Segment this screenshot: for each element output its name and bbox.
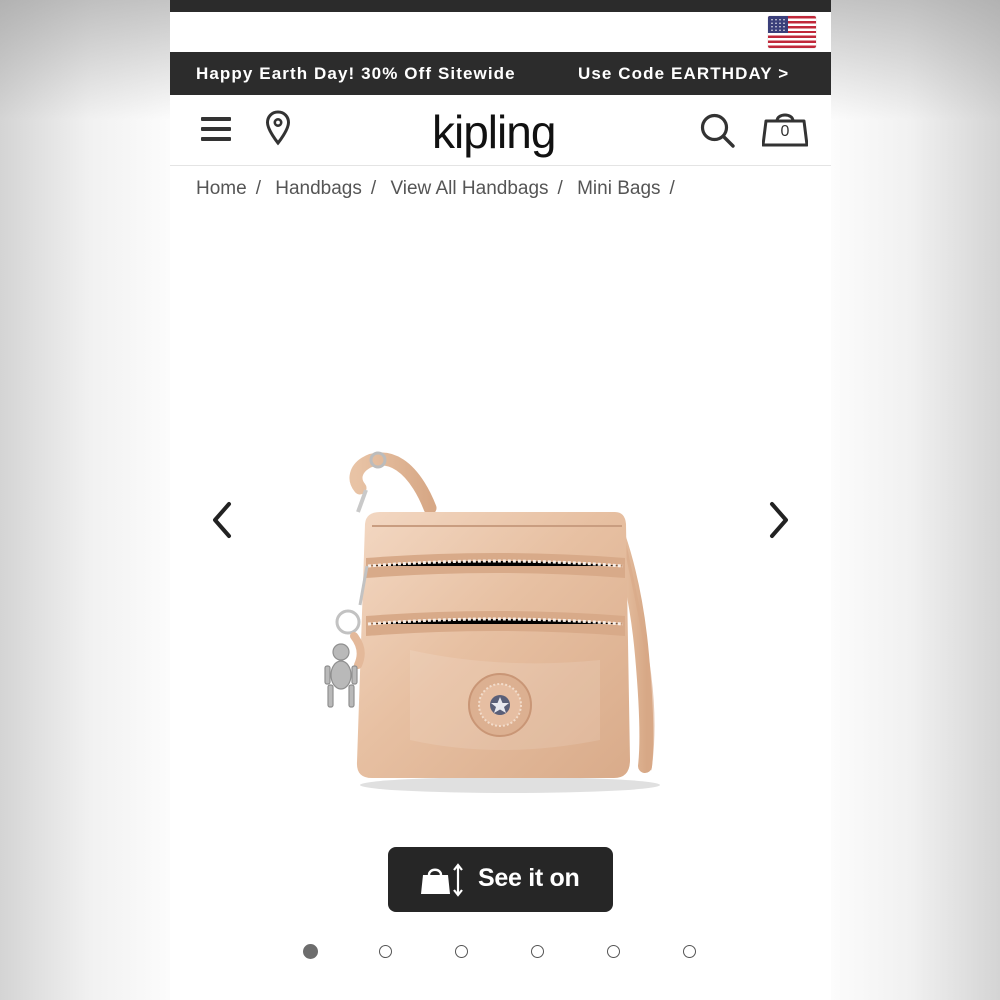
breadcrumb-separator: / xyxy=(669,178,675,199)
carousel-dot-3[interactable] xyxy=(455,945,468,958)
breadcrumb: Home / Handbags / View All Handbags / Mini … xyxy=(196,178,684,200)
breadcrumb-separator: / xyxy=(557,178,563,199)
locale-bar xyxy=(170,12,831,52)
carousel-dot-2[interactable] xyxy=(379,945,392,958)
site-header: kipling 0 xyxy=(170,95,831,166)
carousel-dot-5[interactable] xyxy=(607,945,620,958)
breadcrumb-separator: / xyxy=(370,178,377,199)
phone-screen: Happy Earth Day! 30% Off Sitewide Use Co… xyxy=(170,0,831,1000)
location-pin-icon[interactable] xyxy=(265,110,291,151)
breadcrumb-view-all-handbags[interactable]: View All Handbags xyxy=(390,178,548,199)
breadcrumb-mini-bags[interactable]: Mini Bags xyxy=(577,178,660,199)
carousel-dots xyxy=(170,944,831,965)
breadcrumb-home[interactable]: Home xyxy=(196,178,247,199)
bag-resize-icon xyxy=(421,863,466,902)
breadcrumb-separator: / xyxy=(255,178,261,199)
breadcrumb-handbags[interactable]: Handbags xyxy=(275,178,362,199)
kipling-logo[interactable]: kipling xyxy=(432,105,556,159)
search-icon[interactable] xyxy=(699,112,737,155)
flag-canton xyxy=(768,16,788,33)
menu-icon[interactable] xyxy=(201,117,231,141)
shopping-bag-icon[interactable]: 0 xyxy=(762,109,808,147)
product-title-cutoff xyxy=(232,990,352,1000)
us-flag-icon[interactable] xyxy=(768,16,816,48)
previous-image-arrow-icon[interactable] xyxy=(207,500,237,540)
carousel-dot-1[interactable] xyxy=(303,944,318,959)
promo-message[interactable]: Happy Earth Day! 30% Off Sitewide xyxy=(196,64,516,84)
product-image[interactable] xyxy=(320,440,690,800)
status-bar xyxy=(170,0,831,12)
see-it-on-button[interactable]: See it on xyxy=(388,847,613,912)
next-image-arrow-icon[interactable] xyxy=(764,500,794,540)
carousel-dot-4[interactable] xyxy=(531,945,544,958)
see-it-on-label: See it on xyxy=(478,864,580,892)
promo-banner[interactable]: Happy Earth Day! 30% Off Sitewide Use Co… xyxy=(170,52,831,95)
cart-count: 0 xyxy=(780,123,790,140)
carousel-dot-6[interactable] xyxy=(683,945,696,958)
promo-code-link[interactable]: Use Code EARTHDAY > xyxy=(578,64,789,84)
